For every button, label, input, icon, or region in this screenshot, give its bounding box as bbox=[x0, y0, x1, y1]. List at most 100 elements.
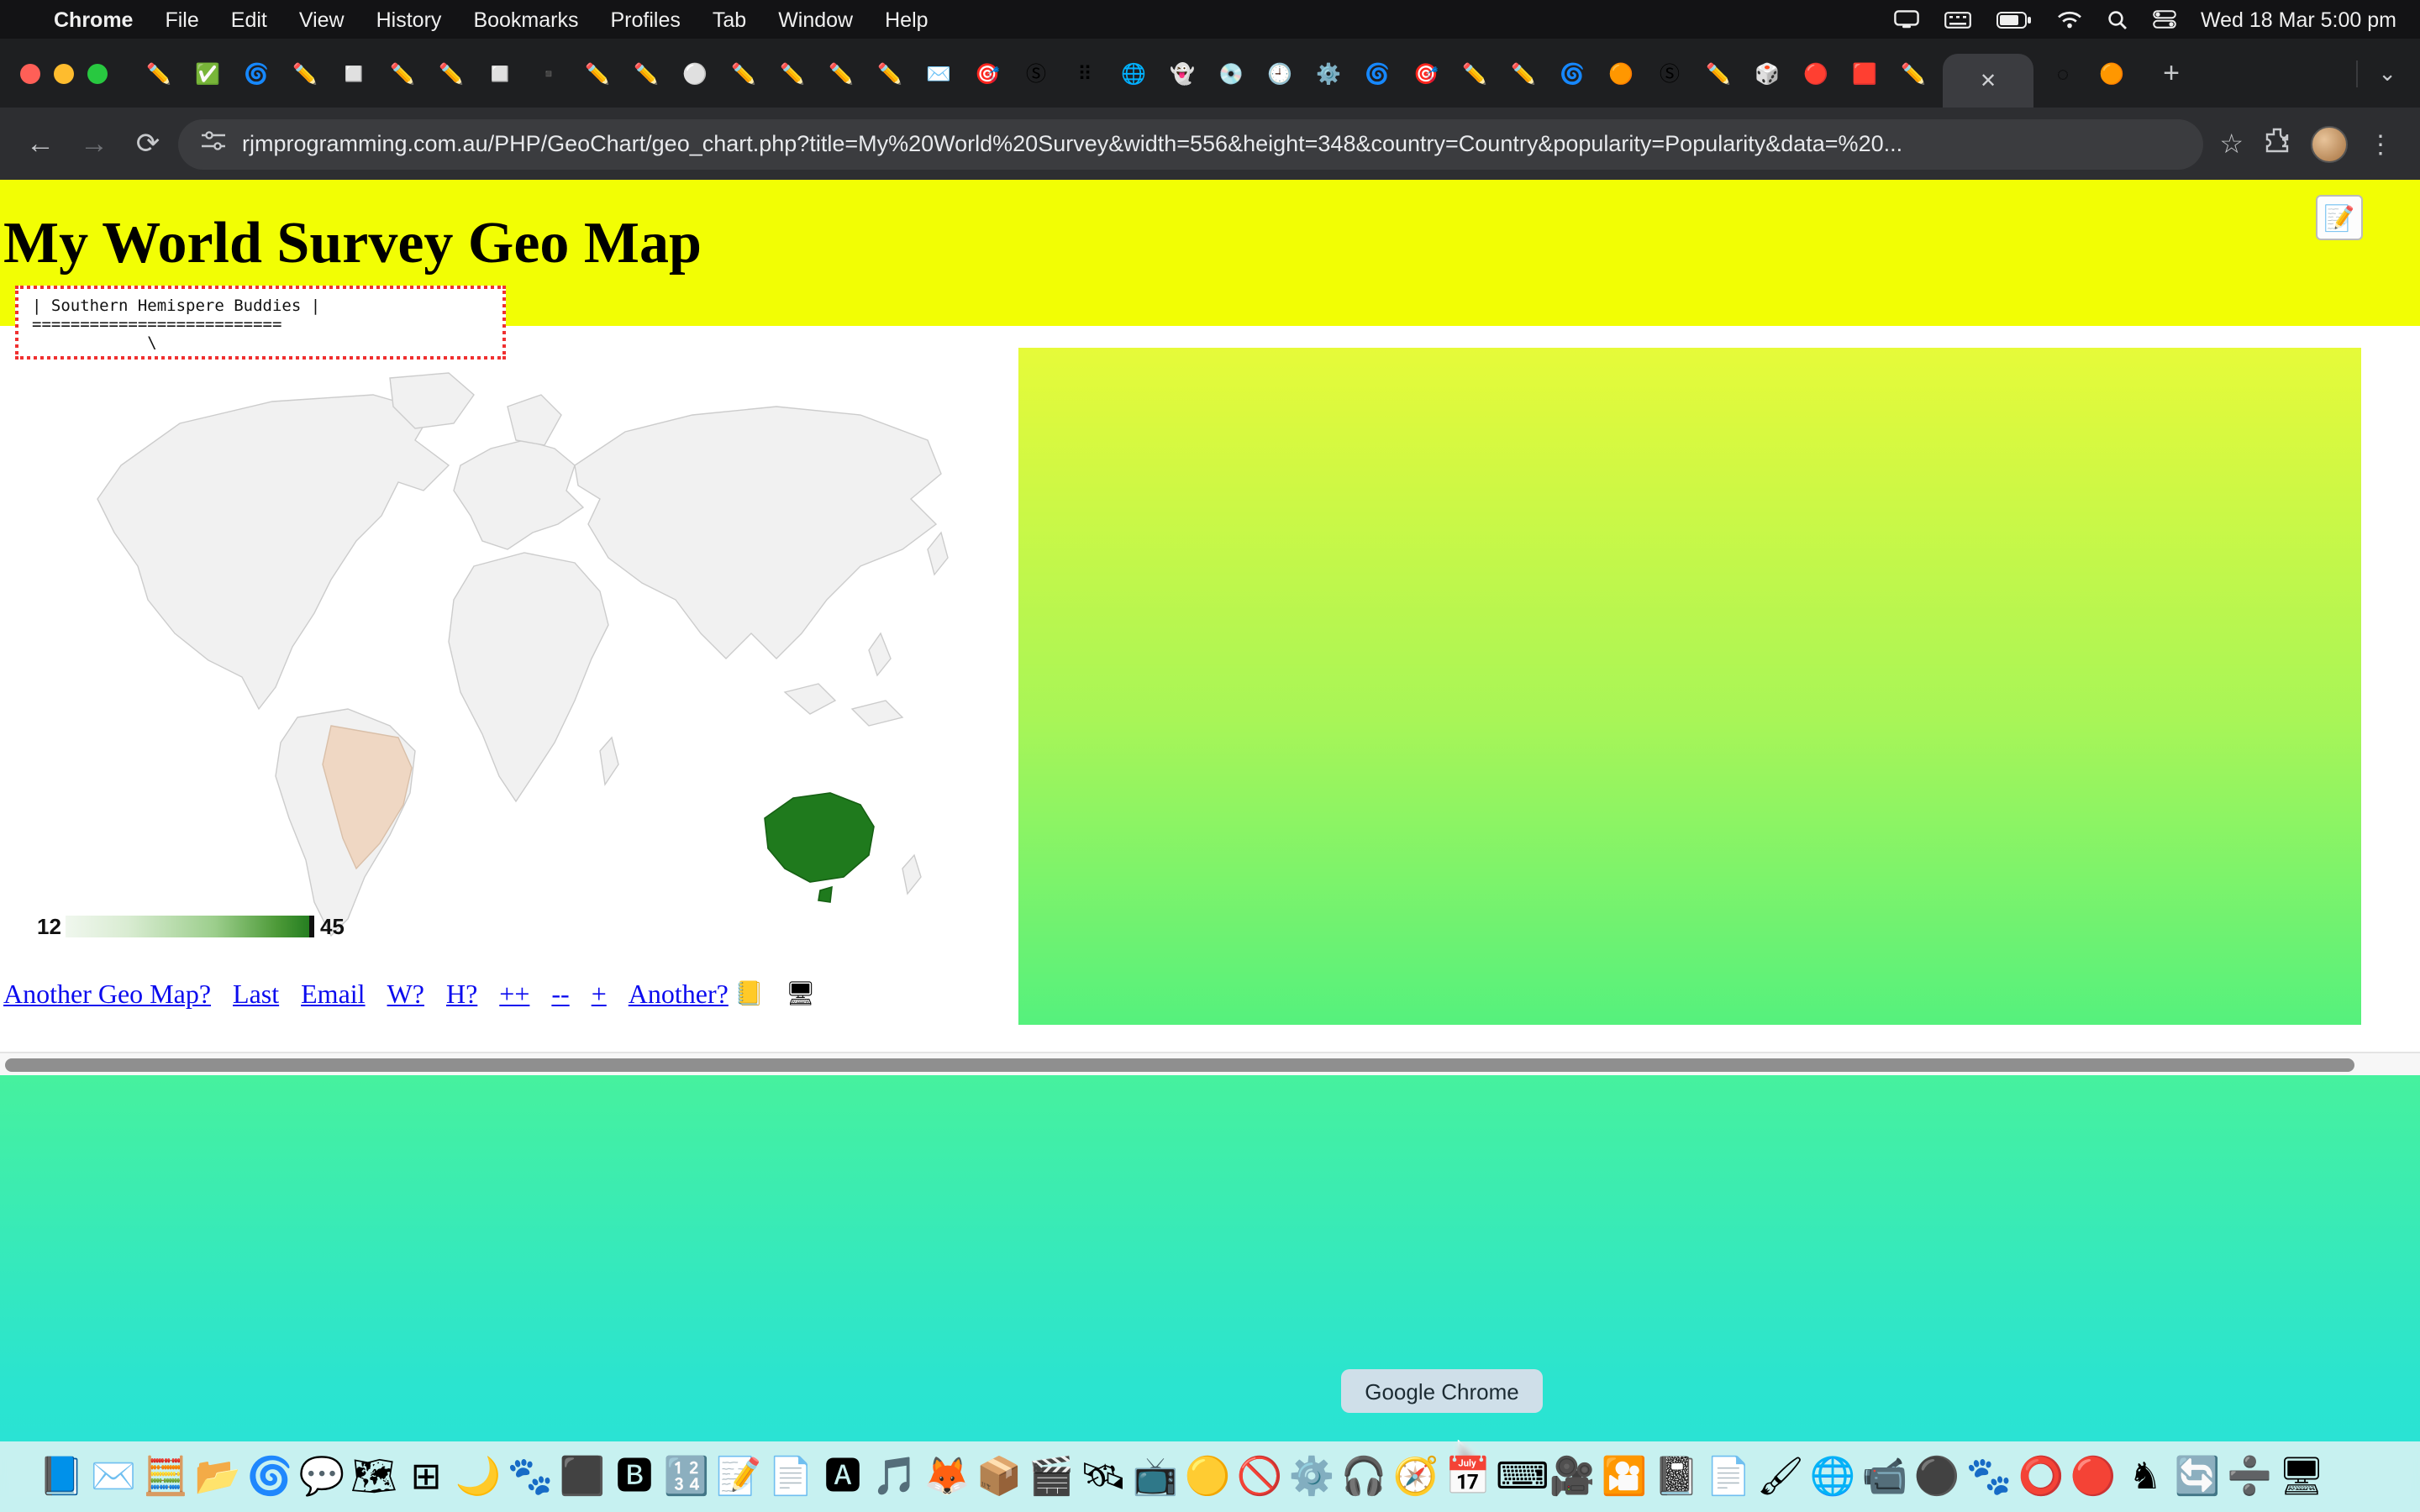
region-asia[interactable] bbox=[575, 407, 941, 659]
dock-app-icon-22[interactable]: 🟡 bbox=[1183, 1446, 1232, 1507]
dock-app-icon-17[interactable]: 🦊 bbox=[923, 1446, 971, 1507]
browser-tab-6[interactable]: ✏️ bbox=[427, 50, 476, 97]
dock-app-icon-20[interactable]: 🛰 bbox=[1079, 1446, 1128, 1507]
browser-tab-7[interactable]: ◻️ bbox=[476, 50, 524, 97]
browser-tab-30[interactable]: 🟠 bbox=[1597, 50, 1645, 97]
browser-tab-8[interactable]: ▪️ bbox=[524, 50, 573, 97]
browser-tab-1[interactable]: ✅ bbox=[183, 50, 232, 97]
dock-app-icon-29[interactable]: 🎥 bbox=[1548, 1446, 1597, 1507]
dock-app-icon-38[interactable]: ⭕ bbox=[2017, 1446, 2065, 1507]
dock-app-icon-0[interactable]: 📘 bbox=[37, 1446, 86, 1507]
browser-tab-4[interactable]: ◻️ bbox=[329, 50, 378, 97]
extensions-icon[interactable] bbox=[2264, 126, 2291, 161]
new-tab-button[interactable]: + bbox=[2149, 51, 2193, 95]
region-indonesia-1[interactable] bbox=[785, 684, 835, 714]
browser-tab-1[interactable]: 🟠 bbox=[2087, 50, 2136, 97]
forward-button[interactable]: → bbox=[71, 120, 118, 167]
geo-chart[interactable]: 12 45 bbox=[20, 365, 955, 949]
dock-app-icon-2[interactable]: 🧮 bbox=[141, 1446, 190, 1507]
minimize-window-button[interactable] bbox=[54, 63, 74, 83]
menu-item-2[interactable]: Edit bbox=[231, 8, 267, 31]
dock-app-icon-16[interactable]: 🎵 bbox=[871, 1446, 919, 1507]
browser-tab-16[interactable]: ✉️ bbox=[914, 50, 963, 97]
dock-app-icon-28[interactable]: ⌨ bbox=[1496, 1446, 1544, 1507]
browser-tab-3[interactable]: ✏️ bbox=[281, 50, 329, 97]
browser-tab-23[interactable]: 🕘 bbox=[1255, 50, 1304, 97]
dock-chrome-icon[interactable]: 🧭 bbox=[1392, 1446, 1440, 1507]
wifi-icon[interactable] bbox=[2056, 10, 2081, 29]
dock-app-icon-42[interactable]: ➗ bbox=[2225, 1446, 2274, 1507]
browser-tab-32[interactable]: ✏️ bbox=[1694, 50, 1743, 97]
browser-tab-26[interactable]: 🎯 bbox=[1402, 50, 1450, 97]
region-madagascar[interactable] bbox=[600, 738, 618, 785]
dock-app-icon-24[interactable]: ⚙️ bbox=[1287, 1446, 1336, 1507]
bookmark-star-icon[interactable]: ☆ bbox=[2219, 127, 2244, 160]
region-africa[interactable] bbox=[449, 553, 608, 801]
region-tasmania[interactable] bbox=[818, 887, 832, 902]
region-europe[interactable] bbox=[454, 440, 583, 549]
site-settings-icon[interactable] bbox=[202, 131, 225, 156]
browser-tab-14[interactable]: ✏️ bbox=[817, 50, 865, 97]
dock-app-icon-35[interactable]: 📹 bbox=[1860, 1446, 1909, 1507]
browser-tab-29[interactable]: 🌀 bbox=[1548, 50, 1597, 97]
dock-app-icon-15[interactable]: 🅰 bbox=[818, 1446, 867, 1507]
dock-app-icon-21[interactable]: 📺 bbox=[1131, 1446, 1180, 1507]
browser-tab-11[interactable]: ⚪ bbox=[671, 50, 719, 97]
horizontal-scrollbar-track[interactable] bbox=[0, 1052, 2420, 1075]
browser-tab-9[interactable]: ✏️ bbox=[573, 50, 622, 97]
dock-app-icon-9[interactable]: 🐾 bbox=[506, 1446, 555, 1507]
battery-icon[interactable] bbox=[1996, 11, 2031, 28]
browser-tab-17[interactable]: 🎯 bbox=[963, 50, 1012, 97]
dock-app-icon-1[interactable]: ✉️ bbox=[89, 1446, 138, 1507]
browser-tab-36[interactable]: ✏️ bbox=[1889, 50, 1938, 97]
menu-item-6[interactable]: Profiles bbox=[611, 8, 681, 31]
display-icon[interactable] bbox=[1893, 10, 1918, 29]
browser-tab-15[interactable]: ✏️ bbox=[865, 50, 914, 97]
chrome-menu-icon[interactable]: ⋮ bbox=[2368, 129, 2393, 159]
reload-button[interactable]: ⟳ bbox=[124, 120, 171, 167]
browser-tab-2[interactable]: 🌀 bbox=[232, 50, 281, 97]
dock-app-icon-30[interactable]: 🎦 bbox=[1600, 1446, 1649, 1507]
region-japan[interactable] bbox=[928, 533, 948, 575]
dock-app-icon-18[interactable]: 📦 bbox=[975, 1446, 1023, 1507]
browser-tab-33[interactable]: 🎲 bbox=[1743, 50, 1791, 97]
browser-tab-31[interactable]: Ⓢ bbox=[1645, 50, 1694, 97]
dock-app-icon-31[interactable]: 📓 bbox=[1652, 1446, 1701, 1507]
dock-app-icon-3[interactable]: 📂 bbox=[193, 1446, 242, 1507]
menu-item-7[interactable]: Tab bbox=[713, 8, 746, 31]
page-link-5[interactable]: ++ bbox=[499, 981, 529, 1011]
dock-app-icon-32[interactable]: 📄 bbox=[1704, 1446, 1753, 1507]
dock-app-icon-7[interactable]: ⊞ bbox=[402, 1446, 450, 1507]
close-window-button[interactable] bbox=[20, 63, 40, 83]
dock-app-icon-6[interactable]: 🗺 bbox=[350, 1446, 398, 1507]
dock-app-icon-12[interactable]: 🔢 bbox=[662, 1446, 711, 1507]
browser-tab-12[interactable]: ✏️ bbox=[719, 50, 768, 97]
menu-item-5[interactable]: Bookmarks bbox=[473, 8, 578, 31]
menu-item-8[interactable]: Window bbox=[778, 8, 853, 31]
menu-item-4[interactable]: History bbox=[376, 8, 442, 31]
close-tab-icon[interactable]: ✕ bbox=[1980, 69, 1996, 92]
dock-app-icon-5[interactable]: 💬 bbox=[297, 1446, 346, 1507]
control-center-icon[interactable] bbox=[2152, 10, 2175, 29]
dock-app-icon-19[interactable]: 🎬 bbox=[1027, 1446, 1076, 1507]
menu-item-9[interactable]: Help bbox=[885, 8, 928, 31]
spotlight-search-icon[interactable] bbox=[2107, 9, 2127, 29]
horizontal-scrollbar-thumb[interactable] bbox=[5, 1058, 2354, 1072]
address-bar[interactable]: rjmprogramming.com.au/PHP/GeoChart/geo_c… bbox=[178, 118, 2202, 169]
dock-app-icon-11[interactable]: 🅱 bbox=[610, 1446, 659, 1507]
menu-item-1[interactable]: File bbox=[165, 8, 198, 31]
browser-tab-34[interactable]: 🔴 bbox=[1791, 50, 1840, 97]
dock-app-icon-34[interactable]: 🌐 bbox=[1808, 1446, 1857, 1507]
browser-tab-27[interactable]: ✏️ bbox=[1450, 50, 1499, 97]
url-text[interactable]: rjmprogramming.com.au/PHP/GeoChart/geo_c… bbox=[242, 131, 1902, 156]
browser-tab-0[interactable]: ◌ bbox=[2039, 50, 2087, 97]
dock-app-icon-40[interactable]: ♞ bbox=[2121, 1446, 2170, 1507]
region-new-zealand[interactable] bbox=[902, 855, 921, 894]
browser-tab-22[interactable]: 💿 bbox=[1207, 50, 1255, 97]
page-link-4[interactable]: H? bbox=[446, 981, 477, 1011]
browser-tab-21[interactable]: 👻 bbox=[1158, 50, 1207, 97]
dock-app-icon-25[interactable]: 🎧 bbox=[1339, 1446, 1388, 1507]
browser-tab-25[interactable]: 🌀 bbox=[1353, 50, 1402, 97]
page-link-6[interactable]: -- bbox=[551, 981, 569, 1011]
region-philippines[interactable] bbox=[869, 633, 891, 675]
